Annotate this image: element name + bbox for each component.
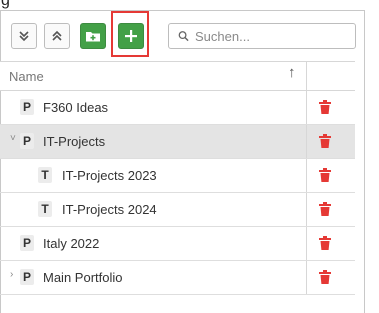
tree-row[interactable]: P F360 Ideas	[0, 91, 355, 125]
new-folder-button[interactable]	[80, 23, 106, 49]
column-divider	[306, 91, 307, 124]
tree-row[interactable]: ˅ P IT-Projects	[0, 125, 355, 159]
tree-grid: Name ↑ P F360 Ideas ˅ P IT-Projects T IT…	[0, 61, 355, 295]
tree-row[interactable]: P Italy 2022	[0, 227, 355, 261]
trash-icon[interactable]	[319, 168, 331, 182]
sort-ascending-icon[interactable]: ↑	[288, 64, 296, 81]
trash-icon[interactable]	[319, 270, 331, 284]
toolbar	[11, 11, 356, 57]
row-label[interactable]: Main Portfolio	[43, 270, 122, 285]
column-divider	[306, 261, 307, 294]
type-badge: P	[20, 99, 34, 115]
trash-icon[interactable]	[319, 134, 331, 148]
type-badge: T	[38, 201, 52, 217]
tree-row[interactable]: T IT-Projects 2024	[0, 193, 355, 227]
row-label[interactable]: IT-Projects 2024	[62, 202, 157, 217]
trash-icon[interactable]	[319, 100, 331, 114]
row-label[interactable]: Italy 2022	[43, 236, 99, 251]
folder-plus-icon	[86, 32, 100, 42]
row-label[interactable]: IT-Projects	[43, 134, 105, 149]
column-divider	[306, 159, 307, 192]
collapse-caret-icon[interactable]: ˅	[10, 133, 16, 144]
type-badge: T	[38, 167, 52, 183]
search-icon	[178, 31, 189, 42]
column-divider	[306, 62, 307, 90]
row-label[interactable]: F360 Ideas	[43, 100, 108, 115]
column-divider	[306, 227, 307, 260]
trash-icon[interactable]	[319, 236, 331, 250]
column-divider	[306, 125, 307, 158]
tree-row[interactable]: T IT-Projects 2023	[0, 159, 355, 193]
type-badge: P	[20, 235, 34, 251]
collapse-all-button[interactable]	[44, 23, 70, 49]
tree-row[interactable]: › P Main Portfolio	[0, 261, 355, 295]
type-badge: P	[20, 269, 34, 285]
expand-caret-icon[interactable]: ›	[10, 269, 13, 280]
column-header-name[interactable]: Name	[9, 69, 44, 84]
double-chevron-up-icon	[52, 30, 62, 41]
double-chevron-down-icon	[19, 31, 29, 42]
add-button[interactable]	[118, 23, 144, 49]
row-label[interactable]: IT-Projects 2023	[62, 168, 157, 183]
type-badge: P	[20, 133, 34, 149]
trash-icon[interactable]	[319, 202, 331, 216]
search-input[interactable]	[195, 28, 355, 44]
grid-header: Name ↑	[0, 61, 355, 91]
corner-glyph: g	[1, 0, 10, 9]
column-divider	[306, 193, 307, 226]
plus-icon	[125, 30, 137, 42]
expand-all-button[interactable]	[11, 23, 37, 49]
search-box[interactable]	[168, 23, 356, 49]
